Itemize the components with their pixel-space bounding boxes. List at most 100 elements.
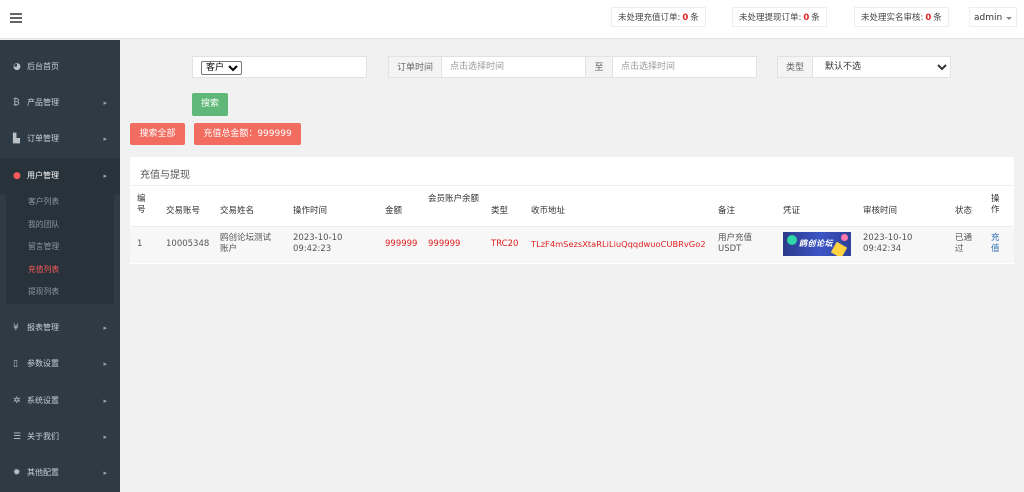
- chevron-right-icon: ▸: [103, 469, 107, 477]
- column-type: 类型: [491, 206, 509, 216]
- user-name: admin: [974, 13, 1003, 23]
- cell-audit-time: 2023-10-10 09:42:34: [863, 233, 913, 254]
- sidebar-item-system[interactable]: ✲ 系统设置 ▸: [0, 383, 120, 419]
- sidebar: ◕ 后台首页 ₿ 产品管理 ▸ ▙ 订单管理 ▸ ● 用户管理 ▸ 客户列表 我…: [0, 40, 120, 492]
- pending-realname-label: 未处理实名审核:: [861, 13, 924, 23]
- pending-recharge-badge[interactable]: 未处理充值订单: 0 条: [611, 7, 706, 27]
- sidebar-item-label: 其他配置: [27, 468, 59, 477]
- chevron-right-icon: ▸: [103, 172, 107, 180]
- cell-balance: 999999: [428, 239, 461, 249]
- submenu-customer-list[interactable]: 客户列表: [6, 191, 114, 214]
- column-address: 收币地址: [531, 206, 566, 216]
- cell-address: TLzF4mSezsXtaRLiLiuQqqdwuoCUBRvGo2: [531, 239, 706, 249]
- dashboard-icon: ◕: [13, 62, 21, 72]
- cell-id: 1: [137, 239, 143, 249]
- cell-name: 鸥创论坛测试账户: [220, 233, 272, 254]
- submenu-messages[interactable]: 留言管理: [6, 236, 114, 259]
- chevron-down-icon: [1006, 17, 1012, 20]
- pending-recharge-unit: 条: [690, 13, 699, 23]
- chevron-right-icon: ▸: [103, 99, 107, 107]
- customer-filter: 客户: [192, 56, 367, 78]
- chevron-right-icon: ▸: [103, 433, 107, 441]
- column-action: 操作: [991, 194, 1000, 215]
- recharge-action-link[interactable]: 充值: [991, 233, 1003, 255]
- type-select[interactable]: 默认不选: [812, 56, 951, 78]
- sidebar-item-products[interactable]: ₿ 产品管理 ▸: [0, 85, 120, 121]
- chevron-right-icon: ▸: [103, 397, 107, 405]
- column-balance: 会员账户余额: [428, 194, 480, 204]
- sidebar-item-label: 关于我们: [27, 432, 59, 441]
- search-button[interactable]: 搜索: [192, 93, 228, 116]
- user-menu[interactable]: admin: [969, 7, 1017, 27]
- column-name: 交易姓名: [220, 206, 255, 216]
- sidebar-item-label: 用户管理: [27, 171, 59, 180]
- order-time-label: 订单时间: [388, 56, 442, 78]
- column-voucher: 凭证: [783, 206, 801, 216]
- cell-amount: 999999: [385, 239, 418, 249]
- pending-withdraw-unit: 条: [811, 13, 820, 23]
- pending-recharge-count: 0: [682, 13, 689, 23]
- gears-icon: ✲: [13, 396, 21, 406]
- list-icon: ☰: [13, 432, 22, 442]
- chevron-right-icon: ▸: [103, 135, 107, 143]
- cell-status: 已通过: [955, 233, 973, 254]
- pending-realname-badge[interactable]: 未处理实名审核: 0 条: [854, 7, 949, 27]
- pending-realname-count: 0: [925, 13, 932, 23]
- document-icon: ▙: [13, 134, 20, 144]
- sidebar-item-home[interactable]: ◕ 后台首页: [0, 49, 120, 85]
- pending-withdraw-count: 0: [803, 13, 810, 23]
- pending-realname-unit: 条: [933, 13, 942, 23]
- sidebar-item-label: 参数设置: [27, 359, 59, 368]
- users-submenu: 客户列表 我的团队 留言管理 充值列表 提现列表: [6, 191, 114, 304]
- sidebar-item-label: 报表管理: [27, 323, 59, 332]
- file-icon: ▯: [13, 359, 18, 369]
- cell-type: TRC20: [491, 239, 519, 249]
- cell-op-time: 2023-10-10 09:42:23: [293, 233, 343, 254]
- voucher-logo-text: 鸥创论坛: [799, 239, 833, 248]
- pending-withdraw-label: 未处理提现订单:: [739, 13, 802, 23]
- sidebar-item-params[interactable]: ▯ 参数设置 ▸: [0, 346, 120, 382]
- column-id: 编号: [137, 194, 146, 215]
- customer-select[interactable]: 客户: [201, 61, 242, 75]
- sidebar-item-about[interactable]: ☰ 关于我们 ▸: [0, 419, 120, 455]
- pending-withdraw-badge[interactable]: 未处理提现订单: 0 条: [732, 7, 827, 27]
- sidebar-item-label: 订单管理: [27, 134, 59, 143]
- chevron-right-icon: ▸: [103, 360, 107, 368]
- column-account: 交易账号: [166, 206, 201, 216]
- start-time-input[interactable]: 点击选择时间: [441, 56, 586, 78]
- cell-remark: 用户充值USDT: [718, 233, 753, 254]
- sidebar-item-other-config[interactable]: ✹ 其他配置 ▸: [0, 455, 120, 491]
- column-status: 状态: [955, 206, 973, 216]
- chevron-right-icon: ▸: [103, 324, 107, 332]
- user-icon: ●: [13, 171, 21, 181]
- voucher-decoration: [787, 235, 797, 245]
- sidebar-item-users[interactable]: ● 用户管理 ▸: [0, 158, 120, 194]
- column-remark: 备注: [718, 206, 736, 216]
- submenu-recharge-list[interactable]: 充值列表: [6, 259, 114, 282]
- sidebar-item-reports[interactable]: ¥ 报表管理 ▸: [0, 310, 120, 346]
- yen-icon: ¥: [13, 323, 19, 333]
- sidebar-item-label: 系统设置: [27, 396, 59, 405]
- gear-icon: ✹: [13, 468, 21, 478]
- bitcoin-icon: ₿: [13, 98, 20, 108]
- end-time-input[interactable]: 点击选择时间: [612, 56, 757, 78]
- sidebar-item-label: 后台首页: [27, 62, 59, 71]
- sidebar-item-orders[interactable]: ▙ 订单管理 ▸: [0, 121, 120, 157]
- voucher-image[interactable]: 鸥创论坛: [783, 232, 851, 256]
- voucher-decoration: [841, 234, 848, 241]
- submenu-withdraw-list[interactable]: 提现列表: [6, 281, 114, 304]
- voucher-decoration: [830, 241, 848, 256]
- column-amount: 金额: [385, 206, 403, 216]
- search-all-button[interactable]: 搜索全部: [130, 123, 185, 145]
- panel-divider: [130, 185, 1014, 186]
- panel-title: 充值与提现: [140, 170, 190, 181]
- pending-recharge-label: 未处理充值订单:: [618, 13, 681, 23]
- column-audit-time: 审核时间: [863, 206, 898, 216]
- top-bar: 未处理充值订单: 0 条 未处理提现订单: 0 条 未处理实名审核: 0 条 admin: [0, 0, 1024, 39]
- type-label: 类型: [777, 56, 813, 78]
- menu-toggle-icon[interactable]: [10, 13, 22, 23]
- submenu-my-team[interactable]: 我的团队: [6, 214, 114, 237]
- total-recharge-button[interactable]: 充值总金额：999999: [194, 123, 301, 145]
- sidebar-item-label: 产品管理: [27, 98, 59, 107]
- to-label: 至: [585, 56, 613, 78]
